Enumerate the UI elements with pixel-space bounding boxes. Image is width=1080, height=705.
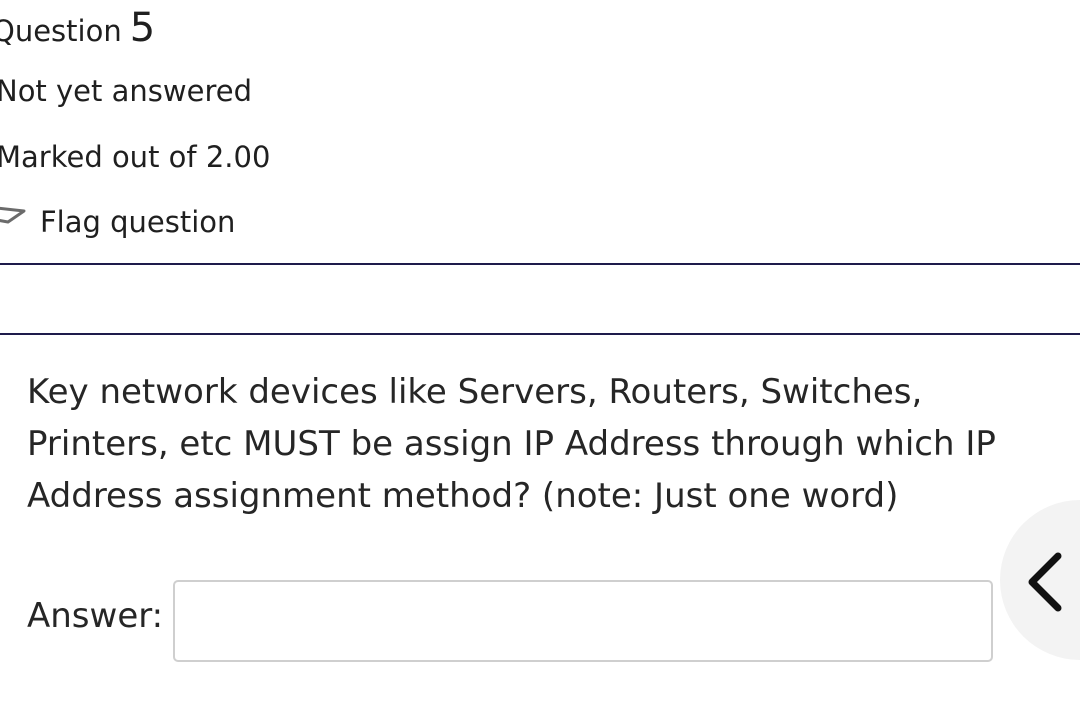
answer-label: Answer: [27,596,164,636]
question-grade: Marked out of 2.00 [0,140,271,174]
divider-bottom [0,333,1080,335]
chevron-left-icon [1022,550,1070,614]
flag-question-label: Flag question [40,205,236,239]
answer-input[interactable] [173,580,993,662]
drawer-toggle-button[interactable] [1000,500,1080,660]
question-heading: Question 5 [0,8,155,48]
question-state: Not yet answered [0,74,252,108]
quiz-page: Question 5 Not yet answered Marked out of… [0,0,1080,705]
question-title-word: Question [0,14,122,48]
question-number: 5 [129,5,156,51]
flag-icon [0,204,28,240]
divider-top [0,263,1080,265]
question-text: Key network devices like Servers, Router… [27,372,996,516]
flag-question-link[interactable]: Flag question [0,204,235,240]
